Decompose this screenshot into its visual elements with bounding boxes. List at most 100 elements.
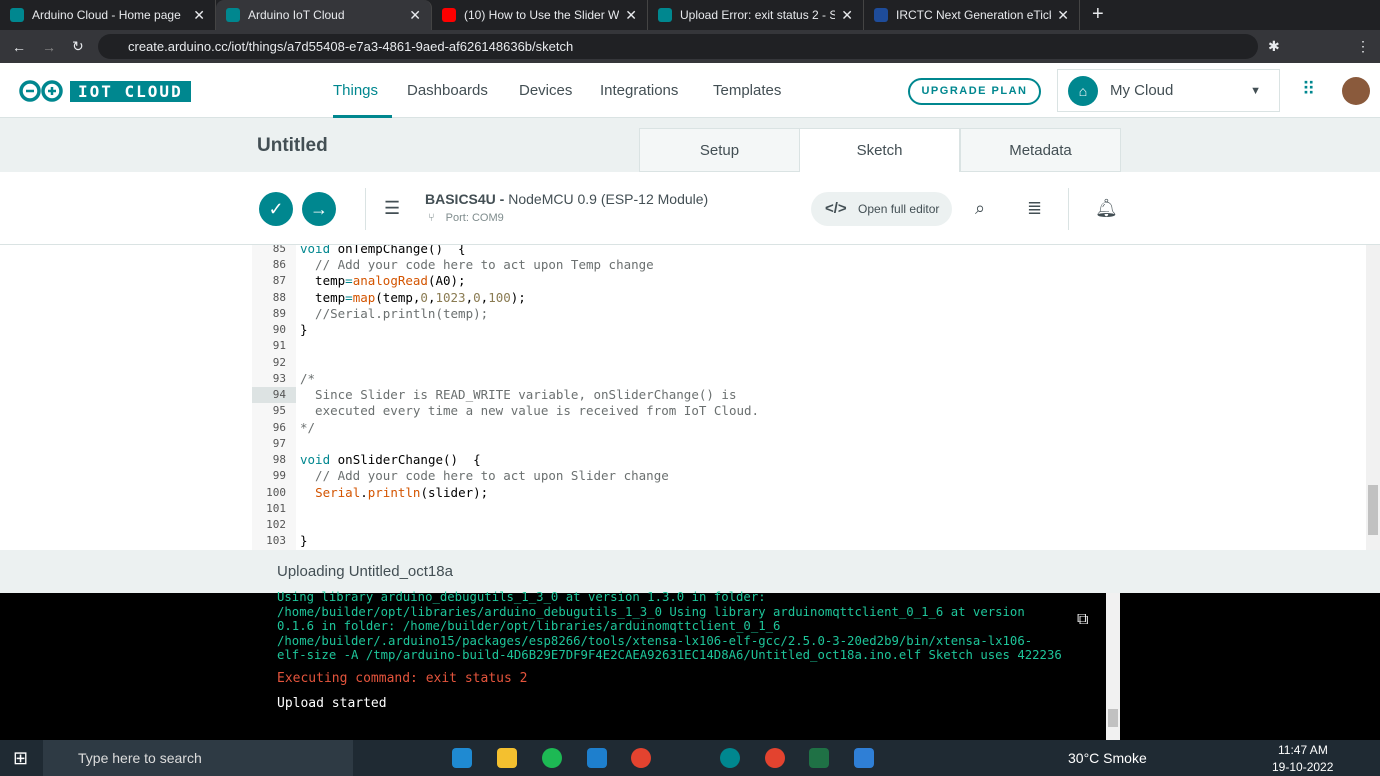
close-tab-icon[interactable]: ✕ <box>193 7 205 24</box>
code-line[interactable]: executed every time a new value is recei… <box>300 403 759 419</box>
space-name: My Cloud <box>1110 82 1174 99</box>
board-selector[interactable]: BASICS4U - NodeMCU 0.9 (ESP-12 Module) <box>425 191 708 207</box>
code-line[interactable]: */ <box>300 420 315 436</box>
code-line[interactable]: } <box>300 322 308 338</box>
avatar[interactable] <box>1342 77 1370 105</box>
code-line[interactable]: void onTempChange() { <box>300 245 466 257</box>
line-number: 90 <box>272 323 286 337</box>
code-token: temp <box>300 289 346 305</box>
open-full-editor-button[interactable]: </> Open full editor <box>811 192 952 226</box>
nav-devices[interactable]: Devices <box>519 82 572 99</box>
code-line[interactable]: Since Slider is READ_WRITE variable, onS… <box>300 387 736 403</box>
line-number: 86 <box>272 258 286 272</box>
code-token: executed every time a new value is recei… <box>300 403 760 419</box>
apps-grid-icon[interactable]: ⠿ <box>1302 79 1315 100</box>
favicon-icon <box>442 8 456 22</box>
indent-icon[interactable]: ≣ <box>1027 198 1042 219</box>
taskbar-search[interactable]: Type here to search <box>43 740 353 776</box>
code-line[interactable]: } <box>300 533 308 549</box>
sliders-icon[interactable]: ☰ <box>384 198 400 219</box>
code-line[interactable]: void onSliderChange() { <box>300 452 481 468</box>
code-line[interactable]: /* <box>300 371 315 387</box>
favicon-icon <box>874 8 888 22</box>
console-line: 0.1.6 in folder: /home/builder/opt/libra… <box>277 619 781 633</box>
excel-icon[interactable] <box>809 748 829 768</box>
tab-title: Upload Error: exit status 2 - Software <box>680 8 836 22</box>
code-line[interactable]: Serial.println(slider); <box>300 485 488 501</box>
close-tab-icon[interactable]: ✕ <box>1057 7 1069 24</box>
arduino-icon[interactable] <box>720 748 740 768</box>
favicon-icon <box>10 8 24 22</box>
copy-icon[interactable]: ⧉ <box>1077 611 1088 629</box>
close-tab-icon[interactable]: ✕ <box>841 7 853 24</box>
chrome-icon[interactable] <box>631 748 651 768</box>
code-token: 100 <box>488 289 511 305</box>
code-line[interactable]: temp=map(temp,0,1023,0,100); <box>300 290 526 306</box>
tab-sketch[interactable]: Sketch <box>799 128 960 172</box>
address-bar: ← → ↻ create.arduino.cc/iot/things/a7d55… <box>0 30 1380 63</box>
file-explorer-icon[interactable] <box>497 748 517 768</box>
code-line[interactable]: //Serial.println(temp); <box>300 306 488 322</box>
tab-setup[interactable]: Setup <box>639 128 800 172</box>
logo[interactable]: IOT CLOUD <box>18 80 191 102</box>
code-line[interactable]: // Add your code here to act upon Temp c… <box>300 257 654 273</box>
app-header: IOT CLOUD Things Dashboards Devices Inte… <box>0 63 1380 118</box>
forward-icon[interactable]: → <box>42 39 56 55</box>
nav-templates[interactable]: Templates <box>713 82 781 99</box>
windows-start-icon[interactable]: ⊞ <box>13 748 28 769</box>
code-token: //Serial.println(temp); <box>300 305 489 321</box>
check-icon: ✓ <box>268 199 284 219</box>
vscode-icon[interactable] <box>587 748 607 768</box>
browser-tab[interactable]: Arduino IoT Cloud ✕ <box>216 0 432 30</box>
code-token: } <box>300 533 308 549</box>
nav-integrations[interactable]: Integrations <box>600 82 678 99</box>
console-scrollbar[interactable] <box>1106 593 1120 740</box>
reload-icon[interactable]: ↻ <box>72 38 84 55</box>
back-icon[interactable]: ← <box>12 39 26 55</box>
line-number: 93 <box>272 371 286 385</box>
close-tab-icon[interactable]: ✕ <box>625 7 637 24</box>
nav-dashboards[interactable]: Dashboards <box>407 82 488 99</box>
space-selector[interactable]: ⌂ My Cloud ▼ <box>1057 69 1280 112</box>
edge-icon[interactable] <box>452 748 472 768</box>
bell-icon[interactable]: 🔔︎ <box>1095 198 1118 219</box>
editor-scrollbar[interactable] <box>1366 245 1380 550</box>
line-number: 91 <box>272 339 286 353</box>
browser-tab[interactable]: Upload Error: exit status 2 - Software ✕ <box>648 0 864 30</box>
upgrade-plan-button[interactable]: UPGRADE PLAN <box>908 78 1041 105</box>
code-line[interactable]: temp=analogRead(A0); <box>300 273 466 289</box>
code-token: , <box>465 289 474 305</box>
extensions-icon[interactable]: ✱ <box>1268 38 1280 55</box>
favicon-icon <box>658 8 672 22</box>
divider <box>365 188 366 230</box>
photos-icon[interactable] <box>854 748 874 768</box>
console-error-line: Executing command: exit status 2 <box>277 671 528 686</box>
clock-time[interactable]: 11:47 AM <box>1278 743 1328 757</box>
code-line[interactable]: // Add your code here to act upon Slider… <box>300 468 669 484</box>
nav-things[interactable]: Things <box>333 82 378 99</box>
verify-button[interactable]: ✓ <box>259 192 293 226</box>
clock-date[interactable]: 19-10-2022 <box>1272 760 1333 774</box>
code-token: // Add your code here to act upon Slider… <box>300 468 669 484</box>
arduino-logo-icon <box>19 80 63 102</box>
weather-text[interactable]: 30°C Smoke <box>1068 750 1147 766</box>
new-tab-button[interactable]: + <box>1092 3 1104 26</box>
line-gutter: 85 86 87 88 89 90 91 92 93 94 95 96 97 98 99 100 101 102 1… <box>252 245 296 550</box>
browser-tab[interactable]: IRCTC Next Generation eTicketing ✕ <box>864 0 1080 30</box>
spotify-icon[interactable] <box>542 748 562 768</box>
url-input[interactable]: create.arduino.cc/iot/things/a7d55408-e7… <box>98 34 1258 59</box>
line-number: 102 <box>266 518 286 532</box>
tab-metadata[interactable]: Metadata <box>960 128 1121 172</box>
menu-icon[interactable]: ⋮ <box>1356 38 1370 55</box>
chrome-active-icon[interactable] <box>765 748 785 768</box>
console-line: elf-size -A /tmp/arduino-build-4D6B29E7D… <box>277 648 1062 662</box>
close-tab-icon[interactable]: ✕ <box>409 7 421 24</box>
sketch-toolbar: ✓ → ☰ BASICS4U - NodeMCU 0.9 (ESP-12 Mod… <box>0 172 1380 245</box>
code-editor[interactable]: 85 86 87 88 89 90 91 92 93 94 95 96 97 98 99 100 101 102 1… <box>252 245 1380 550</box>
search-icon[interactable]: ⌕ <box>975 198 985 219</box>
upload-button[interactable]: → <box>302 192 336 226</box>
browser-tab[interactable]: Arduino Cloud - Home page ✕ <box>0 0 216 30</box>
taskbar: ⊞ Type here to search 30°C Smoke 11:47 A… <box>0 740 1380 776</box>
browser-tab[interactable]: (10) How to Use the Slider Widget ✕ <box>432 0 648 30</box>
code-token: println <box>367 484 421 500</box>
